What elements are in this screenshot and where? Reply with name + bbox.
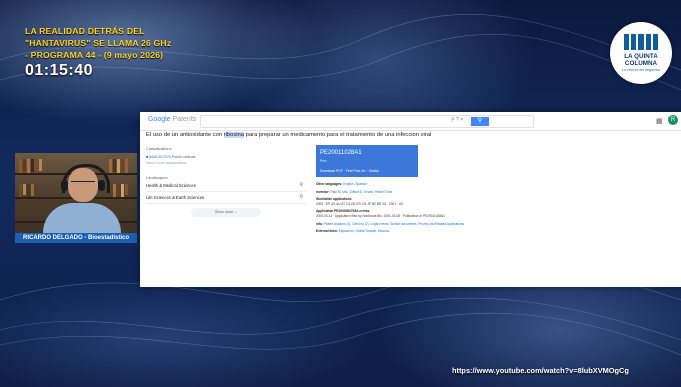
show-more-button[interactable]: Show more ⌄ bbox=[191, 208, 261, 217]
headset-earcup bbox=[61, 180, 68, 191]
headset-earcup bbox=[98, 180, 105, 191]
classifications-label: Classifications bbox=[146, 146, 172, 151]
meta-link[interactable]: English, Spanish bbox=[343, 182, 367, 186]
stream-timer: 01:15:40 bbox=[25, 62, 94, 79]
avatar[interactable]: R bbox=[668, 115, 678, 125]
classifications-column: Classifications ■ A61K31/7076 Purine rad… bbox=[146, 146, 306, 217]
apps-grid-icon[interactable]: ▦ bbox=[656, 117, 663, 125]
google-patents-logo[interactable]: Google Patents bbox=[148, 116, 196, 123]
meta-row: External links: Espacenet, Global Dossie… bbox=[316, 229, 390, 234]
patent-metadata: Other languages: English, Spanish Invent… bbox=[316, 182, 476, 237]
search-input[interactable]: ⚲ ? × ⚲ bbox=[200, 115, 534, 128]
search-icon[interactable]: ⚲ bbox=[299, 192, 303, 203]
program-title-line: "HANTAVIRUS" SE LLAMA 26 GHz bbox=[25, 38, 172, 48]
presenter-name: RICARDO DELGADO - Bioestadístico bbox=[15, 233, 137, 243]
program-title: LA REALIDAD DETRÁS DEL "HANTAVIRUS" SE L… bbox=[25, 25, 225, 61]
publication-number: PE20011028A1 bbox=[320, 150, 362, 156]
presenter-webcam bbox=[15, 153, 137, 243]
more-classifications-link[interactable]: View 9 more classifications bbox=[146, 161, 306, 165]
card-actions: Download PDF · Find Prior Art · Similar bbox=[320, 169, 380, 173]
program-title-line: - PROGRAMA 44 - (9 mayo 2026) bbox=[25, 50, 164, 60]
logo-text: LA QUINTA COLUMNA bbox=[624, 53, 658, 67]
meta-row: Info: Patent citations (1), Cited by (2)… bbox=[316, 221, 465, 226]
columns-icon bbox=[624, 34, 659, 50]
landscape-row[interactable]: Life Sciences & Earth Sciences ⚲ bbox=[146, 192, 306, 204]
publication-country: Peru bbox=[320, 159, 328, 163]
landscape-row[interactable]: Health & Medical Sciences ⚲ bbox=[146, 180, 306, 192]
search-options-icons[interactable]: ⚲ ? × bbox=[451, 117, 463, 123]
prior-art-link[interactable]: Find Prior Art bbox=[346, 169, 366, 173]
search-button[interactable]: ⚲ bbox=[471, 117, 489, 126]
meta-link[interactable]: Paul M. Mai, Clifford D. Ersner, Robert … bbox=[331, 190, 393, 194]
meta-row: Other languages: English, Spanish bbox=[316, 182, 367, 186]
similar-link[interactable]: Similar bbox=[369, 169, 379, 173]
meta-link[interactable]: Espacenet, Global Dossier, Discuss bbox=[339, 229, 390, 233]
publication-card: PE20011028A1 Peru Download PDF · Find Pr… bbox=[316, 145, 418, 177]
meta-link[interactable]: Patent citations (1), Cited by (2), Lega… bbox=[324, 222, 464, 226]
meta-row: Worldwide applications 2000 · EP US AU AT… bbox=[316, 197, 404, 206]
highlighted-term: riboxina bbox=[223, 132, 244, 138]
patents-header: Google Patents ⚲ ? × ⚲ ▦ R bbox=[140, 112, 681, 131]
channel-logo: LA QUINTA COLUMNA La ciencia del desperta… bbox=[610, 22, 672, 84]
meta-row: Application PE2000000753A events 2000-04-… bbox=[316, 209, 445, 218]
program-title-line: LA REALIDAD DETRÁS DEL bbox=[25, 26, 145, 36]
download-pdf-link[interactable]: Download PDF bbox=[320, 169, 343, 173]
classification-item[interactable]: ■ A61K31/7076 Purine radicals bbox=[146, 155, 306, 159]
patent-browser-window: Google Patents ⚲ ? × ⚲ ▦ R El uso de un … bbox=[140, 112, 681, 287]
video-url: https://www.youtube.com/watch?v=8lubXVMO… bbox=[452, 366, 629, 375]
search-icon: ⚲ bbox=[477, 118, 483, 124]
search-icon[interactable]: ⚲ bbox=[299, 180, 303, 191]
patent-title: El uso de un antioxidante con riboxina p… bbox=[146, 132, 432, 138]
meta-row: Inventor: Paul M. Mai, Clifford D. Ersne… bbox=[316, 189, 393, 194]
logo-tagline: La ciencia del despertar bbox=[621, 68, 661, 72]
